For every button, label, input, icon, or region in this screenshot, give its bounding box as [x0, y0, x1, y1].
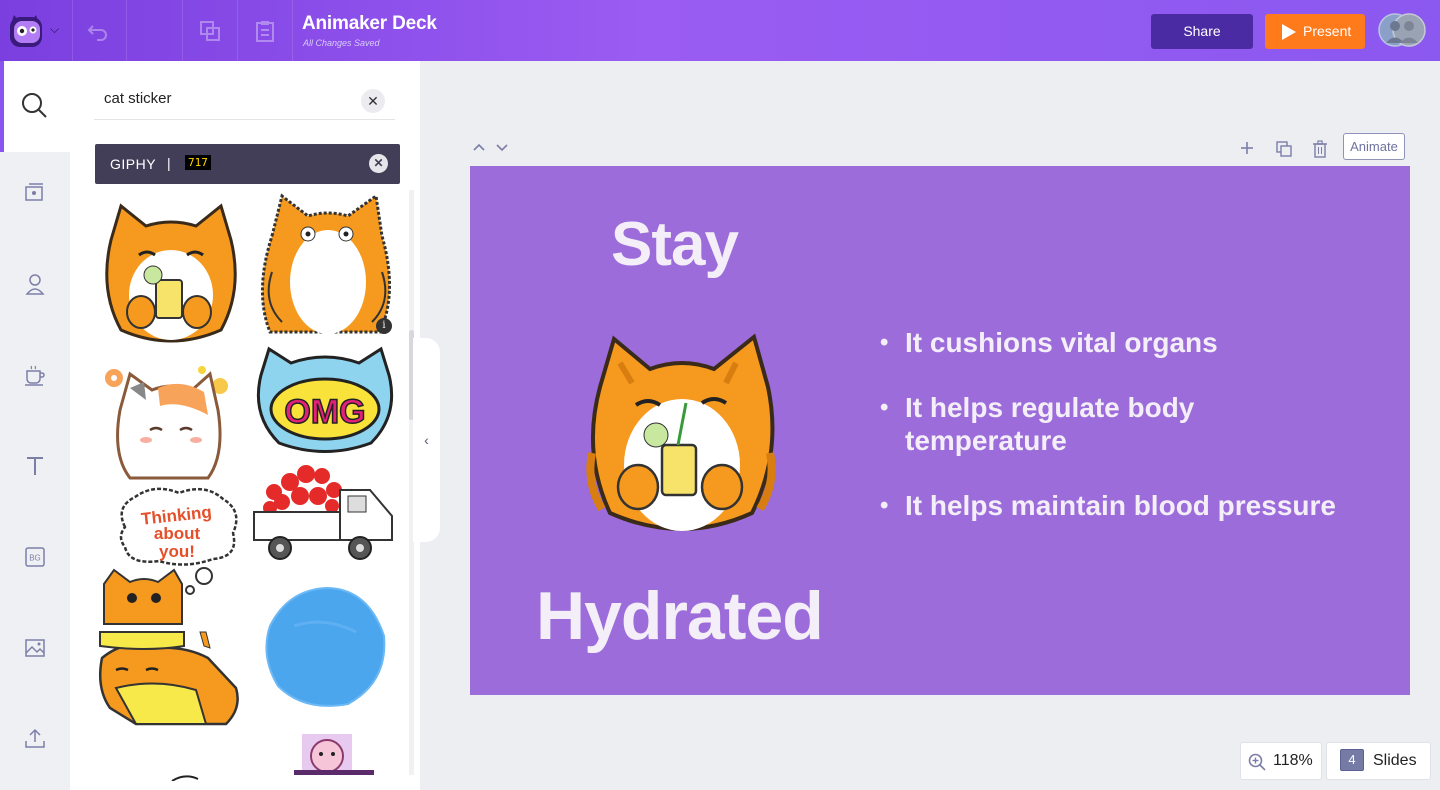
thinking-bubble-icon: Thinking about you!	[119, 487, 238, 566]
upload-icon[interactable]	[23, 727, 47, 751]
giphy-filter-chip: GIPHY | 717 ✕	[95, 144, 400, 184]
orange-cat-standing-icon	[261, 193, 392, 334]
divider	[72, 0, 73, 61]
text-icon[interactable]	[23, 454, 47, 478]
slide-title-top[interactable]: Stay	[611, 209, 739, 280]
delete-slide-icon[interactable]	[1312, 140, 1328, 163]
omg-text: OMG	[284, 393, 365, 431]
collapse-panel-button[interactable]: ‹	[413, 338, 440, 542]
orange-cat-drinking-icon	[105, 203, 237, 343]
omg-cat-icon: OMG	[256, 346, 394, 453]
slides-panel-button[interactable]: 4 Slides	[1326, 742, 1431, 780]
character-icon[interactable]	[23, 272, 47, 296]
sticker-result[interactable]	[264, 586, 388, 715]
slides-label: Slides	[1373, 752, 1417, 769]
present-label: Present	[1303, 23, 1352, 39]
divider	[126, 0, 127, 61]
sticker-result[interactable]	[170, 768, 200, 786]
divider	[237, 0, 238, 61]
sticker-result[interactable]: Thinking about you!	[115, 487, 241, 572]
animate-button[interactable]: Animate	[1343, 133, 1405, 160]
zoom-control[interactable]: 118%	[1240, 742, 1322, 780]
orange-cat-drinking-icon	[586, 333, 776, 531]
coffee-cup-icon[interactable]	[23, 363, 47, 387]
partial-sticker-icon	[294, 734, 374, 775]
share-button[interactable]: Share	[1151, 14, 1253, 49]
undo-icon[interactable]	[85, 18, 111, 44]
chevron-down-icon[interactable]: ⌵	[50, 22, 59, 37]
move-slide-down-icon[interactable]	[494, 139, 510, 160]
sticker-result[interactable]	[252, 462, 400, 571]
sticker-result[interactable]: OMG	[251, 345, 399, 460]
divider	[292, 0, 293, 61]
slide-cat-sticker[interactable]	[586, 333, 776, 543]
bullet-item[interactable]: It cushions vital organs	[880, 326, 1380, 359]
bullet-item[interactable]: It helps regulate body temperature	[880, 391, 1220, 457]
present-button[interactable]: Present	[1265, 14, 1365, 49]
play-icon	[1282, 24, 1296, 40]
orange-cat-peek-icon	[103, 567, 213, 625]
cat-lying-yellow-icon	[99, 631, 239, 726]
search-icon[interactable]	[20, 91, 48, 119]
animaker-logo-icon[interactable]	[6, 11, 46, 49]
svg-text:you!: you!	[159, 542, 195, 561]
avatar[interactable]	[1378, 13, 1426, 47]
divider	[182, 0, 183, 61]
image-icon[interactable]	[23, 636, 47, 660]
slide-bullet-list[interactable]: It cushions vital organs It helps regula…	[880, 326, 1380, 554]
duplicate-icon[interactable]	[197, 18, 223, 44]
templates-icon[interactable]	[23, 180, 47, 204]
sticker-result[interactable]	[100, 360, 240, 485]
zoom-level: 118%	[1273, 752, 1313, 769]
slide-count-badge: 4	[1340, 749, 1364, 771]
save-status: All Changes Saved	[303, 38, 380, 48]
paste-icon[interactable]	[252, 18, 278, 44]
svg-text:about: about	[154, 524, 201, 543]
blue-circle-icon	[265, 586, 386, 707]
close-icon[interactable]: ✕	[361, 89, 385, 113]
sticker-result[interactable]	[100, 566, 230, 631]
remove-filter-icon[interactable]: ✕	[369, 154, 388, 173]
partial-sticker-icon	[171, 775, 199, 782]
sticker-result[interactable]	[96, 628, 244, 733]
giphy-label: GIPHY	[110, 156, 157, 172]
sidebar-rail	[0, 61, 70, 790]
bullet-item[interactable]: It helps maintain blood pressure	[880, 489, 1380, 522]
duplicate-slide-icon[interactable]	[1275, 140, 1293, 163]
bg-icon[interactable]: BG	[23, 545, 47, 569]
zoom-in-icon	[1248, 753, 1266, 771]
search-input[interactable]: cat sticker	[104, 90, 172, 107]
move-slide-up-icon[interactable]	[471, 139, 487, 160]
calico-cat-flowers-icon	[105, 366, 228, 480]
sticker-result[interactable]	[101, 200, 241, 355]
info-icon[interactable]: i	[376, 318, 392, 334]
project-title[interactable]: Animaker Deck	[302, 13, 437, 35]
heart-truck-icon	[253, 465, 393, 560]
sticker-result[interactable]	[294, 730, 374, 780]
slide-title-bottom[interactable]: Hydrated	[536, 577, 824, 655]
divider	[94, 119, 395, 120]
result-count: 717	[185, 155, 211, 170]
giphy-separator: |	[167, 155, 171, 171]
add-slide-icon[interactable]	[1239, 140, 1255, 161]
svg-text:BG: BG	[29, 554, 41, 563]
top-bar: ⌵ Animaker Deck All Changes Saved Share …	[0, 0, 1440, 61]
